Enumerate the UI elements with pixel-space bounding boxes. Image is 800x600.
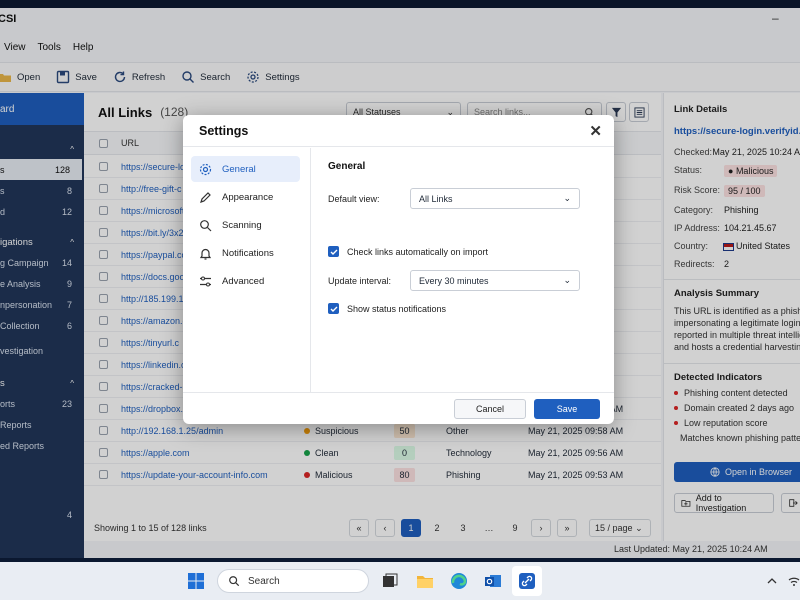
nav-label: General (222, 163, 256, 175)
bell-icon (199, 248, 212, 260)
gear-icon (199, 163, 212, 175)
nav-label: Notifications (222, 247, 274, 259)
check-icon (330, 306, 337, 312)
settings-nav-notifications[interactable]: Notifications (191, 240, 300, 266)
link-app-icon[interactable] (517, 571, 537, 591)
show-notifications-checkbox[interactable] (328, 303, 339, 314)
chevron-down-icon: ⌄ (563, 193, 571, 203)
taskbar: Search (0, 562, 800, 600)
dropdown-value: Every 30 minutes (419, 275, 489, 286)
check-icon (330, 249, 337, 255)
update-interval-dropdown[interactable]: Every 30 minutes ⌄ (410, 270, 580, 291)
chevron-down-icon: ⌄ (563, 275, 571, 285)
file-explorer-icon[interactable] (415, 571, 435, 591)
wifi-icon[interactable] (788, 571, 800, 591)
search-icon (200, 219, 212, 231)
dropdown-value: All Links (419, 193, 453, 204)
outlook-icon[interactable] (483, 571, 503, 591)
taskbar-search-placeholder: Search (248, 575, 280, 587)
nav-label: Advanced (222, 275, 265, 287)
default-view-dropdown[interactable]: All Links ⌄ (410, 188, 580, 209)
task-view-icon[interactable] (380, 571, 400, 591)
settings-nav-general[interactable]: General (191, 156, 300, 182)
settings-nav-scanning[interactable]: Scanning (191, 212, 300, 238)
show-notifications-row[interactable]: Show status notifications (328, 303, 446, 314)
settings-nav-advanced[interactable]: Advanced (191, 268, 300, 294)
check-links-row[interactable]: Check links automatically on import (328, 246, 488, 257)
cancel-button[interactable]: Cancel (454, 399, 526, 419)
dialog-footer: Cancel Save (183, 392, 614, 424)
field-label: Default view: (328, 194, 380, 204)
section-title: General (328, 161, 366, 172)
nav-label: Appearance (222, 191, 274, 203)
update-interval-row: Update interval: (328, 276, 391, 286)
dialog-header: Settings ✕ (183, 115, 614, 147)
edge-browser-icon[interactable] (449, 571, 469, 591)
settings-dialog: Settings ✕ General Appearance Scanning Noti… (183, 115, 614, 424)
check-links-checkbox[interactable] (328, 246, 339, 257)
field-label: Update interval: (328, 276, 392, 286)
save-button[interactable]: Save (534, 399, 600, 419)
dialog-title: Settings (199, 123, 249, 138)
taskbar-search[interactable]: Search (217, 569, 369, 593)
close-icon[interactable]: ✕ (589, 122, 602, 140)
nav-label: Scanning (222, 219, 262, 231)
search-icon (229, 576, 240, 587)
sliders-icon (200, 276, 211, 286)
checkbox-label: Show status notifications (347, 303, 447, 314)
settings-nav: General Appearance Scanning Notifications Ad… (183, 148, 311, 392)
windows-start-icon[interactable] (186, 571, 206, 591)
settings-nav-appearance[interactable]: Appearance (191, 184, 300, 210)
default-view-row: Default view: (328, 194, 380, 204)
chevron-up-icon[interactable] (765, 571, 779, 591)
checkbox-label: Check links automatically on import (347, 246, 489, 257)
brush-icon (200, 191, 211, 203)
settings-general-panel: General Default view: All Links ⌄ Check l… (312, 148, 614, 392)
